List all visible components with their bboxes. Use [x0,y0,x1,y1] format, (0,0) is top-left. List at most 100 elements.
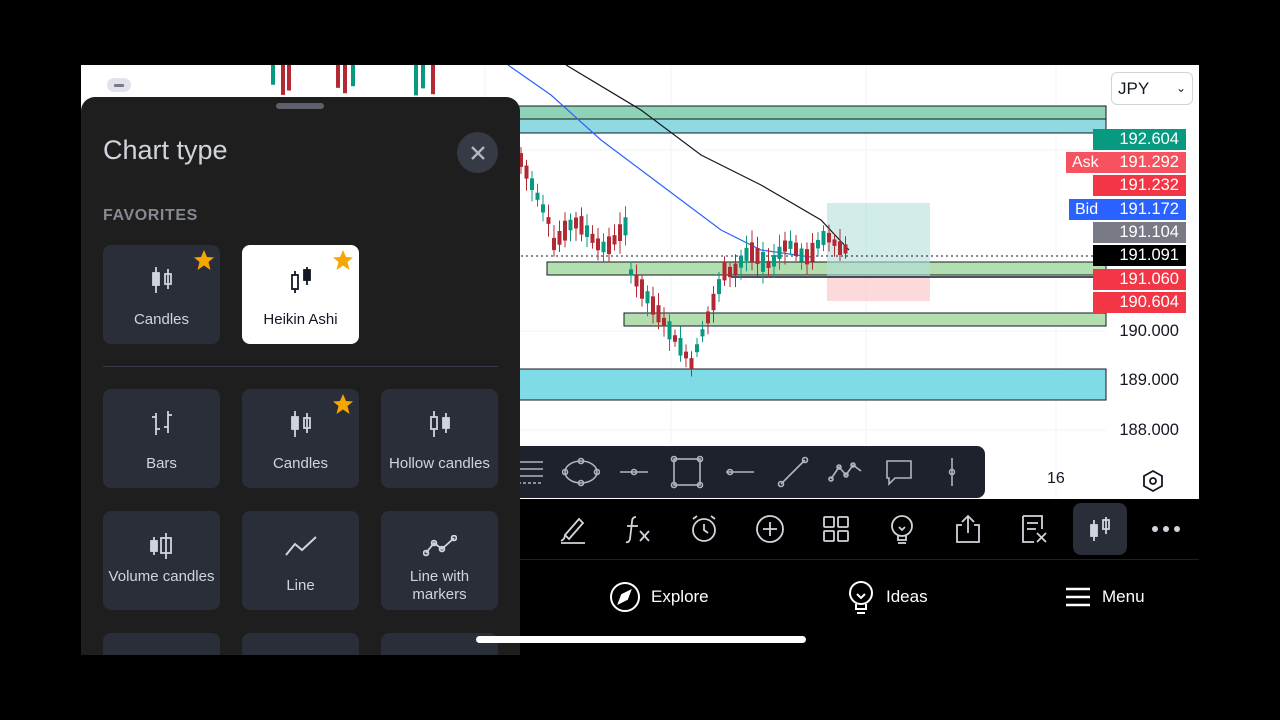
line-chart-icon [242,529,359,563]
star-icon[interactable] [332,249,354,271]
star-icon[interactable] [332,393,354,415]
rectangle-icon[interactable] [660,446,713,498]
candle-body [530,178,534,191]
candle-body [568,219,573,231]
alert-icon[interactable] [677,503,731,555]
candle-body [722,262,727,281]
candle-body [744,247,749,261]
candle-body [541,204,545,213]
layouts-icon[interactable] [809,503,863,555]
type-hollow-candles[interactable]: Hollow candles [381,389,498,488]
candle-body [623,217,628,236]
price-label: 192.604 [1093,129,1186,150]
candle-body [673,335,677,342]
candle-body [684,351,688,359]
axis-label: 188.000 [1119,421,1179,439]
ma-blue [507,65,812,258]
candle-body [667,321,672,340]
ask-tag: Ask [1066,152,1105,173]
type-line-with-markers[interactable]: Line with markers [381,511,498,610]
candle-body [755,248,760,264]
candle-body [563,220,567,241]
candle-body [717,279,721,295]
type-next-2[interactable] [242,633,359,655]
vertical-line-icon[interactable] [925,446,978,498]
type-line[interactable]: Line [242,511,359,610]
candle-body [629,269,633,276]
candle-body [794,242,798,256]
chevron-down-icon: ⌄ [1175,81,1186,95]
idea-icon[interactable] [875,503,929,555]
tile-label: Candles [133,311,190,328]
share-icon[interactable] [941,503,995,555]
nav-explore-label: Explore [651,587,709,606]
price-label: 191.292 [1093,152,1186,173]
nav-explore[interactable]: Explore [609,580,709,614]
currency-value: JPY [1118,79,1150,98]
remove-drawings-icon[interactable] [1007,503,1061,555]
callout-icon[interactable] [872,446,925,498]
tile-label: Heikin Ashi [263,311,338,328]
currency-select[interactable]: JPY ⌄ [1111,72,1193,105]
path-icon[interactable] [819,446,872,498]
tile-label: Volume candles [108,568,215,585]
candle-body [843,244,848,254]
indicators-icon[interactable] [611,503,665,555]
candle-body [557,231,562,245]
candle-body [336,65,340,88]
candle-body [585,225,589,237]
candle-body [607,236,611,255]
collapse-handle[interactable] [107,78,131,92]
type-candles[interactable]: Candles [242,389,359,488]
candle-body [711,293,716,311]
candle-body [645,291,650,304]
favorite-heikin-ashi[interactable]: Heikin Ashi [242,245,359,344]
section-divider [103,366,498,367]
candle-body [524,165,529,179]
candle-body [783,240,787,252]
axis-label: 190.000 [1119,322,1179,340]
candle-body [788,240,793,249]
candle-body [651,296,655,315]
candle-body [351,65,355,87]
brush-icon[interactable] [546,503,600,555]
more-icon[interactable] [1139,503,1193,555]
tile-label: Hollow candles [389,455,490,472]
bars-icon [103,407,220,441]
type-volume-candles[interactable]: Volume candles [103,511,220,610]
candle-body [287,65,291,91]
candle-body [827,232,831,243]
compass-icon [610,582,640,612]
candle-body [838,241,842,256]
type-bars[interactable]: Bars [103,389,220,488]
close-button[interactable] [457,132,498,173]
chart-settings-icon[interactable] [1140,468,1166,494]
nav-ideas[interactable]: Ideas [846,580,928,614]
candle-body [739,255,743,268]
add-icon[interactable] [743,503,797,555]
type-next-1[interactable] [103,633,220,655]
nav-menu[interactable]: Menu [1064,580,1145,614]
supply-zone-top-2 [480,118,1107,134]
close-icon [470,145,485,160]
zone-low [623,312,1107,327]
lightbulb-icon [849,581,873,614]
favorite-candles[interactable]: Candles [103,245,220,344]
candle-body [706,311,710,324]
price-label: 191.060 [1093,269,1186,290]
ellipse-icon[interactable] [554,446,607,498]
horizontal-ray-icon[interactable] [607,446,660,498]
drawing-toolbar [501,446,985,498]
candle-body [271,65,275,85]
sheet-grip[interactable] [276,103,324,109]
candle-body [799,248,804,262]
candle-body [750,242,754,262]
chart-type-icon[interactable] [1073,503,1127,555]
star-icon[interactable] [193,249,215,271]
trend-line-icon[interactable] [766,446,819,498]
horizontal-line-icon[interactable] [713,446,766,498]
home-indicator[interactable] [476,636,806,643]
candle-body [343,65,347,94]
candle-body [805,249,809,265]
candle-body [810,242,815,262]
